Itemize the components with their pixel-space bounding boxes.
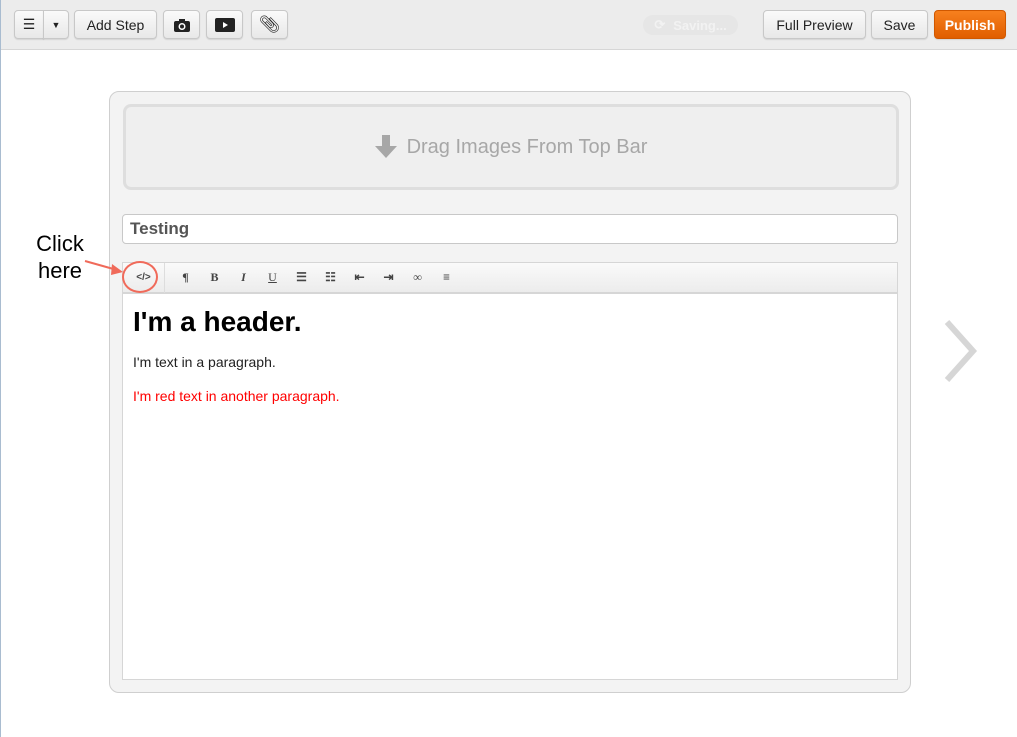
video-play-icon: [214, 17, 235, 32]
step-list-dropdown[interactable]: ▼: [43, 10, 69, 39]
annotation-arrow-icon: [84, 260, 123, 275]
paragraph-format-button[interactable]: ¶: [171, 270, 200, 285]
camera-icon: [173, 18, 190, 32]
saving-indicator: ⟳ Saving...: [643, 15, 738, 35]
caret-down-icon: ▼: [51, 19, 61, 30]
align-icon[interactable]: ≡: [432, 270, 461, 285]
image-drop-zone[interactable]: Drag Images From Top Bar: [123, 104, 899, 190]
save-button[interactable]: Save: [871, 10, 928, 39]
add-step-button[interactable]: Add Step: [74, 10, 157, 39]
indent-icon[interactable]: ⇥: [374, 270, 403, 285]
italic-button[interactable]: I: [229, 270, 258, 285]
highlight-circle: [122, 261, 158, 293]
editor-toolbar: </> ¶ B I U ☰ ☷ ⇤ ⇥ ∞ ≡: [122, 262, 898, 293]
bullet-list-icon[interactable]: ☰: [287, 270, 316, 285]
underline-button[interactable]: U: [258, 270, 287, 285]
content-paragraph: I'm text in a paragraph.: [133, 354, 276, 370]
numbered-list-icon[interactable]: ☷: [316, 270, 345, 285]
paperclip-icon: 📎︎: [258, 14, 281, 34]
camera-button[interactable]: [163, 10, 200, 39]
editor-body[interactable]: I'm a header. I'm text in a paragraph. I…: [122, 293, 898, 680]
content-header: I'm a header.: [133, 306, 302, 337]
publish-button[interactable]: Publish: [934, 10, 1006, 39]
link-icon[interactable]: ∞: [403, 270, 432, 285]
divider: [164, 262, 165, 293]
saving-label: Saving...: [673, 17, 727, 33]
step-list-button[interactable]: ☰: [14, 10, 44, 39]
content-red-paragraph: I'm red text in another paragraph.: [133, 388, 340, 404]
outdent-icon[interactable]: ⇤: [345, 270, 374, 285]
drop-zone-label: Drag Images From Top Bar: [406, 135, 648, 158]
step-card: Drag Images From Top Bar Testing </> ¶ B…: [109, 91, 911, 693]
arrow-down-icon: [374, 135, 397, 158]
next-step-chevron-icon[interactable]: [941, 318, 981, 384]
top-toolbar: ☰ ▼ Add Step 📎︎ ⟳ Saving... Full Preview …: [1, 0, 1017, 50]
video-button[interactable]: [206, 10, 243, 39]
list-icon: ☰: [22, 16, 36, 32]
refresh-icon: ⟳: [654, 17, 666, 32]
full-preview-button[interactable]: Full Preview: [763, 10, 866, 39]
step-title-input[interactable]: Testing: [122, 214, 898, 244]
bold-button[interactable]: B: [200, 270, 229, 285]
attach-button[interactable]: 📎︎: [251, 10, 288, 39]
